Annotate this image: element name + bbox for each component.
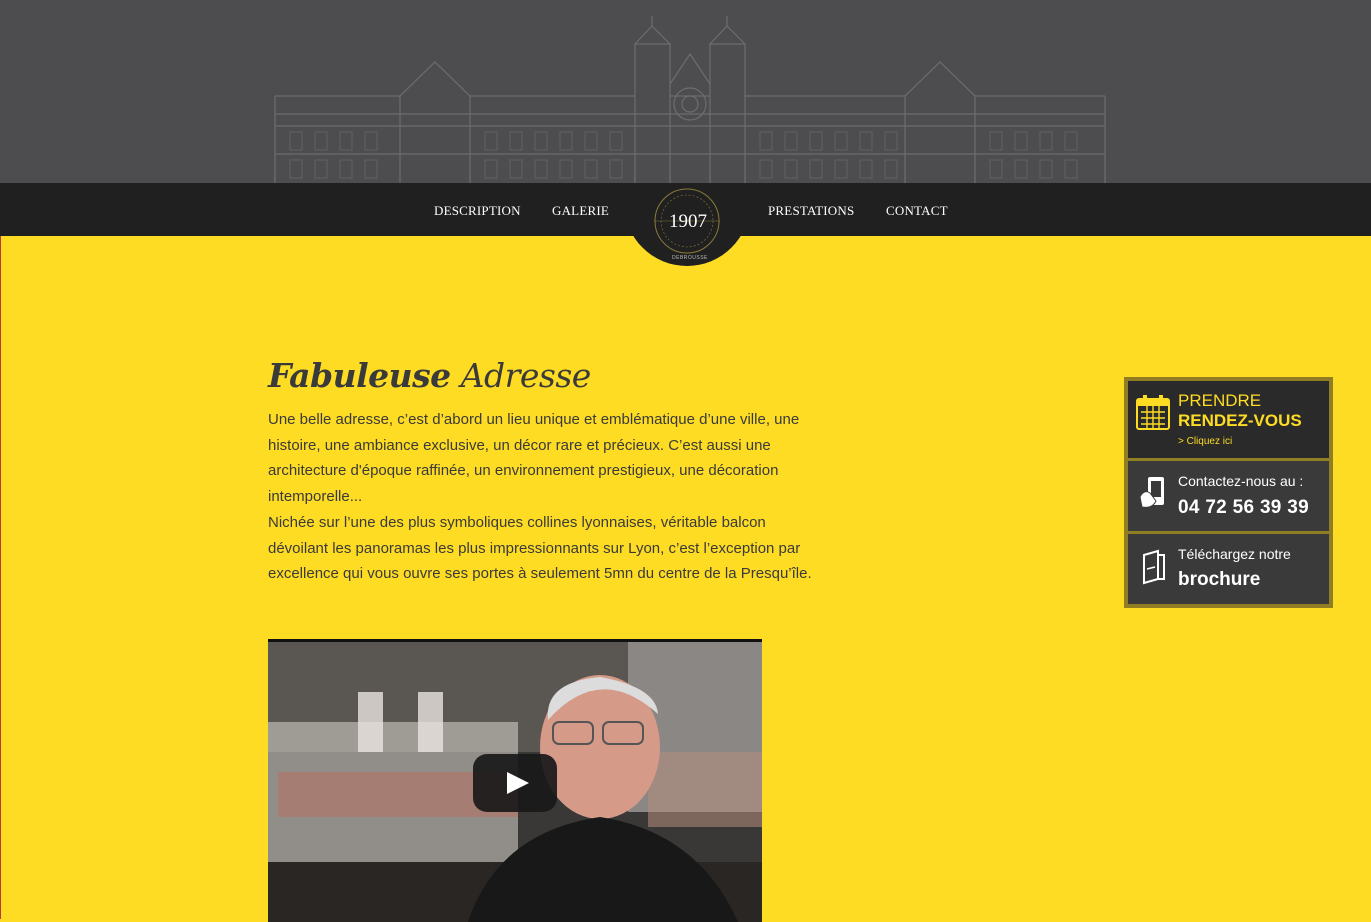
- sidebar-widget: PRENDRE RENDEZ-VOUS > Cliquez ici Contac…: [1124, 377, 1333, 608]
- brochure-panel[interactable]: Téléchargez notre brochure: [1128, 534, 1329, 604]
- intro-paragraph: Une belle adresse, c’est d’abord un lieu…: [268, 411, 800, 505]
- nav-prestations[interactable]: PRESTATIONS: [768, 203, 854, 219]
- location-paragraph: Nichée sur l’une des plus symboliques co…: [268, 514, 812, 583]
- contact-panel[interactable]: Contactez-nous au : 04 72 56 39 39: [1128, 461, 1329, 531]
- logo-subtitle: DEBROUSSE: [672, 255, 708, 261]
- calendar-icon: [1136, 395, 1170, 430]
- appointment-link[interactable]: > Cliquez ici: [1178, 436, 1232, 447]
- contact-phone[interactable]: 04 72 56 39 39: [1178, 497, 1309, 519]
- play-icon[interactable]: [473, 754, 557, 812]
- brochure-label: Téléchargez notre: [1178, 546, 1291, 562]
- contact-label: Contactez-nous au :: [1178, 473, 1304, 489]
- hero-banner: [0, 0, 1371, 183]
- title-bold: Fabuleuse: [268, 356, 451, 395]
- building-illustration: [274, 16, 1106, 183]
- logo-year: 1907: [669, 211, 707, 232]
- phone-icon: [1139, 477, 1164, 508]
- appointment-line2: RENDEZ-VOUS: [1178, 411, 1302, 430]
- brochure-icon: [1143, 549, 1165, 585]
- site-logo[interactable]: 1907 DEBROUSSE: [624, 183, 750, 272]
- nav-description[interactable]: DESCRIPTION: [434, 203, 521, 219]
- brochure-link[interactable]: brochure: [1178, 569, 1260, 591]
- page-edge: [0, 236, 1, 919]
- nav-galerie[interactable]: GALERIE: [552, 203, 609, 219]
- appointment-line1: PRENDRE: [1178, 391, 1262, 410]
- page-title: Fabuleuse Adresse: [268, 356, 591, 395]
- title-rest: Adresse: [460, 356, 592, 395]
- nav-contact[interactable]: CONTACT: [886, 203, 948, 219]
- appointment-panel[interactable]: PRENDRE RENDEZ-VOUS > Cliquez ici: [1128, 381, 1329, 458]
